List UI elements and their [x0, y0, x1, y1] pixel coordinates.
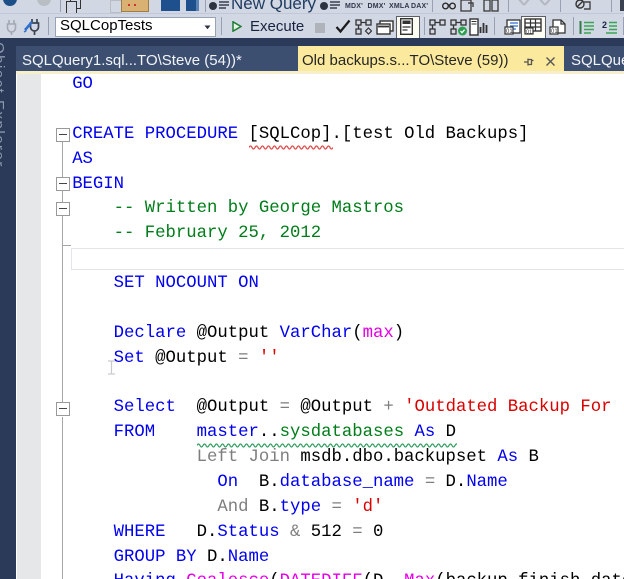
- svg-text:01: 01: [526, 29, 532, 35]
- svg-text:01: 01: [551, 29, 558, 35]
- svg-text:2: 2: [602, 20, 607, 30]
- svg-text:01: 01: [506, 29, 513, 35]
